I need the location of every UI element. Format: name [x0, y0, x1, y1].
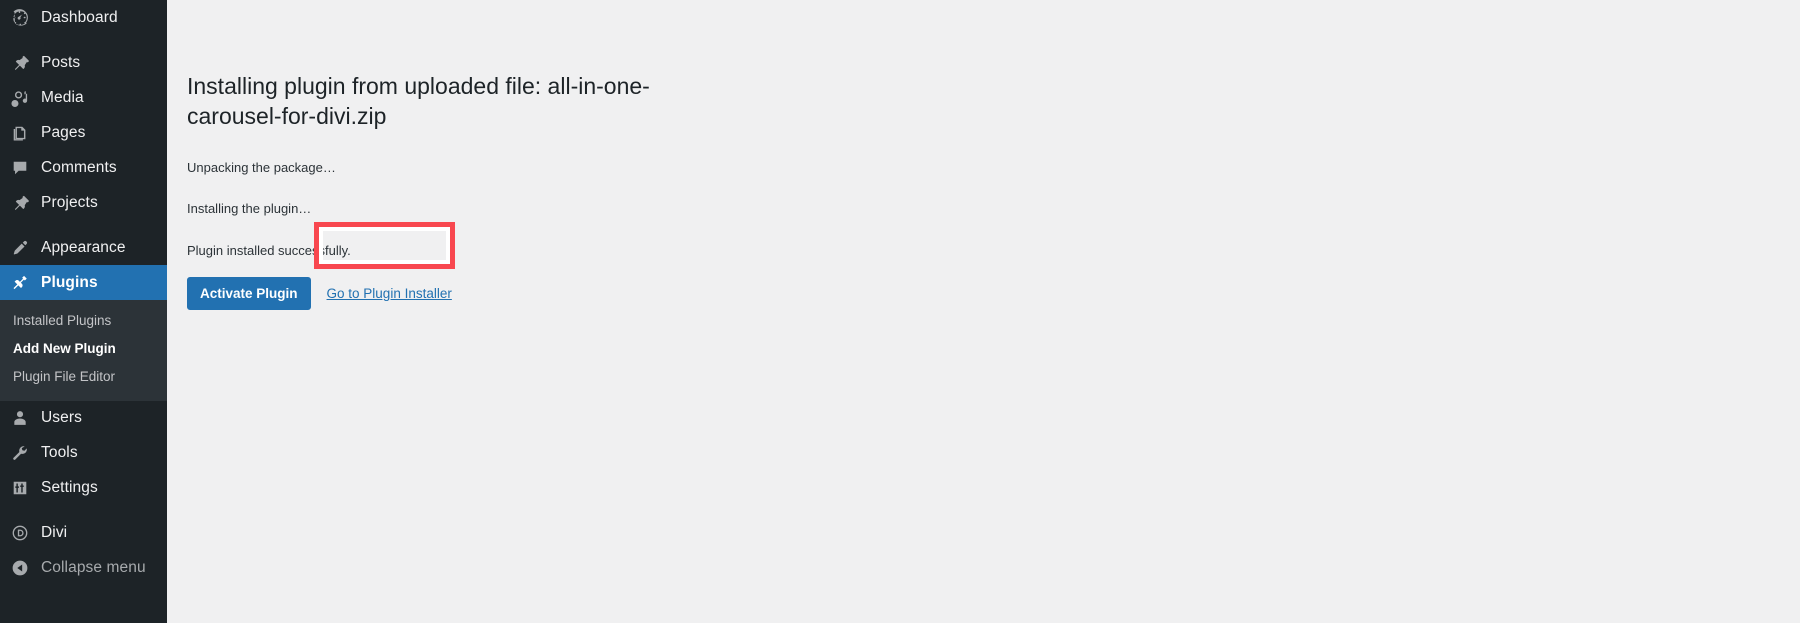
sidebar-item-media[interactable]: Media	[0, 80, 167, 115]
sidebar-item-comments[interactable]: Comments	[0, 150, 167, 185]
sidebar-subitem-plugin-file-editor[interactable]: Plugin File Editor	[0, 363, 167, 391]
sidebar-item-collapse-menu[interactable]: Collapse menu	[0, 551, 167, 586]
go-to-plugin-installer-link[interactable]: Go to Plugin Installer	[327, 286, 452, 301]
sidebar-item-label: Media	[41, 88, 84, 106]
sidebar-group-extras: Divi Collapse menu	[0, 516, 167, 586]
plug-icon	[9, 272, 30, 293]
sidebar-item-appearance[interactable]: Appearance	[0, 230, 167, 265]
sidebar-item-label: Users	[41, 409, 82, 427]
admin-sidebar: Dashboard Posts Media Pages Comments Pro…	[0, 0, 175, 623]
sidebar-item-projects[interactable]: Projects	[0, 185, 167, 220]
sidebar-subitem-add-new-plugin[interactable]: Add New Plugin	[0, 335, 167, 363]
sidebar-group-admin: Users Tools Settings	[0, 401, 167, 506]
sidebar-divider	[0, 220, 167, 230]
sidebar-item-label: Tools	[41, 444, 78, 462]
sidebar-submenu-plugins: Installed Plugins Add New Plugin Plugin …	[0, 300, 167, 401]
sidebar-item-tools[interactable]: Tools	[0, 436, 167, 471]
activate-plugin-button[interactable]: Activate Plugin	[187, 277, 311, 311]
sidebar-divider	[0, 35, 167, 45]
sidebar-item-dashboard[interactable]: Dashboard	[0, 0, 167, 35]
sidebar-item-label: Projects	[41, 193, 98, 211]
status-success: Plugin installed successfully.	[187, 242, 351, 258]
paintbrush-icon	[9, 237, 30, 258]
plugin-install-panel: Installing plugin from uploaded file: al…	[167, 0, 827, 311]
users-icon	[9, 408, 30, 429]
sidebar-item-label: Pages	[41, 123, 86, 141]
collapse-icon	[9, 558, 30, 579]
main-content: Installing plugin from uploaded file: al…	[167, 0, 1800, 623]
settings-icon	[9, 478, 30, 499]
sidebar-item-label: Posts	[41, 53, 81, 71]
sidebar-item-pages[interactable]: Pages	[0, 115, 167, 150]
sidebar-group-content: Posts Media Pages Comments Projects	[0, 45, 167, 220]
wordpress-admin-screen: Dashboard Posts Media Pages Comments Pro…	[0, 0, 1800, 623]
sidebar-divider	[0, 506, 167, 516]
sidebar-item-label: Divi	[41, 524, 68, 542]
status-unpacking: Unpacking the package…	[187, 159, 336, 175]
divi-icon	[9, 523, 30, 544]
sidebar-item-label: Settings	[41, 479, 98, 497]
dashboard-icon	[9, 7, 30, 28]
page-title: Installing plugin from uploaded file: al…	[187, 73, 650, 130]
pin-icon	[9, 192, 30, 213]
sidebar-item-label: Appearance	[41, 238, 126, 256]
pin-icon	[9, 52, 30, 73]
sidebar-item-plugins[interactable]: Plugins	[0, 265, 175, 300]
wrench-icon	[9, 443, 30, 464]
sidebar-group-plugins: Appearance Plugins	[0, 230, 175, 300]
media-icon	[9, 87, 30, 108]
sidebar-item-settings[interactable]: Settings	[0, 471, 167, 506]
sidebar-item-posts[interactable]: Posts	[0, 45, 167, 80]
action-row: Activate Plugin Go to Plugin Installer	[187, 277, 827, 311]
sidebar-group-dashboard: Dashboard	[0, 0, 167, 35]
sidebar-item-label: Dashboard	[41, 8, 118, 26]
pages-icon	[9, 122, 30, 143]
comments-icon	[9, 157, 30, 178]
sidebar-item-label: Comments	[41, 158, 117, 176]
sidebar-subitem-installed-plugins[interactable]: Installed Plugins	[0, 307, 167, 335]
sidebar-item-divi[interactable]: Divi	[0, 516, 167, 551]
sidebar-item-label: Collapse menu	[41, 559, 146, 577]
sidebar-item-users[interactable]: Users	[0, 401, 167, 436]
sidebar-item-label: Plugins	[41, 273, 98, 291]
status-installing: Installing the plugin…	[187, 201, 312, 217]
